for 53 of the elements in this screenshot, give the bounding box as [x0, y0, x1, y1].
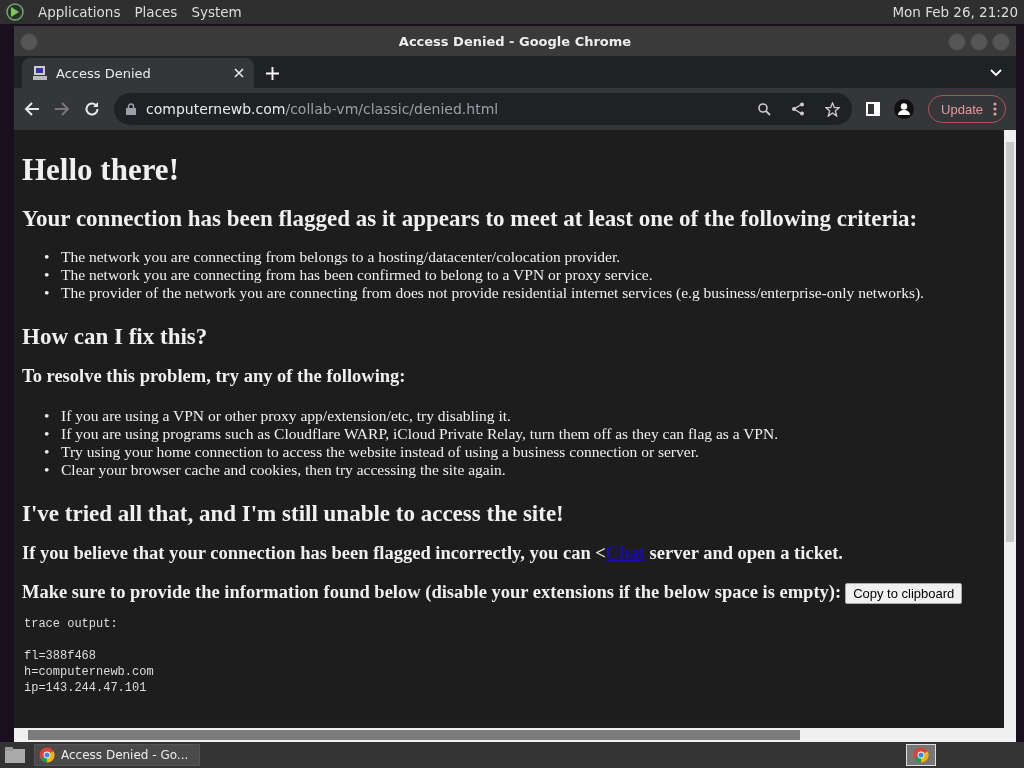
plus-icon[interactable]	[265, 66, 279, 80]
list-bullet: •	[44, 461, 51, 479]
star-icon[interactable]	[825, 101, 841, 117]
list-item: The network you are connecting from has been confirmed to belong to a VPN or proxy service.	[61, 266, 653, 284]
trace-line: ip=143.244.47.101	[24, 681, 147, 695]
vertical-scrollbar[interactable]	[1004, 130, 1016, 728]
list-bullet: •	[44, 443, 51, 461]
profile-icon[interactable]	[894, 99, 915, 119]
list-item: The network you are connecting from belongs to a hosting/datacenter/colocation provider.	[61, 248, 621, 266]
taskbar-item[interactable]: Access Denied - Go...	[34, 744, 200, 766]
logo-icon[interactable]	[6, 3, 24, 21]
list-bullet: •	[44, 425, 51, 443]
chrome-icon[interactable]	[913, 747, 929, 763]
trace-line: h=computernewb.com	[24, 665, 154, 679]
list-item: The provider of the network you are connecting from does not provide residential internet services (e.g business/enterprise-only networks).	[61, 284, 924, 302]
panel-menu[interactable]: Applications	[38, 4, 121, 20]
copy-button[interactable]: Copy to clipboard	[845, 583, 963, 604]
lock-icon	[126, 103, 136, 115]
horizontal-scrollbar[interactable]	[14, 728, 1016, 742]
folder-icon[interactable]	[4, 746, 26, 764]
computer-icon	[32, 65, 48, 81]
instruction-text: Make sure to provide the information found below (disable your extensions if the below space is empty):	[22, 582, 842, 602]
forward-icon[interactable]	[54, 101, 70, 117]
list-item: If you are using programs such as Cloudflare WARP, iCloud Private Relay, turn them off as they can flag as a VPN.	[61, 425, 779, 443]
list-bullet: •	[44, 266, 51, 284]
list-bullet: •	[44, 284, 51, 302]
clock[interactable]: Mon Feb 26, 21:20	[892, 4, 1018, 20]
section-heading: Your connection has been flagged as it appears to meet at least one of the following criteria:	[22, 206, 919, 232]
section-heading: I've tried all that, and I'm still unable to access the site!	[22, 501, 565, 527]
back-icon[interactable]	[24, 101, 40, 117]
section-heading: How can I fix this?	[22, 324, 209, 350]
panel-menu[interactable]: System	[191, 4, 242, 20]
side-panel-icon[interactable]	[866, 102, 881, 116]
address-bar[interactable]: computernewb.com/collab-vm/classic/denied.html	[114, 93, 853, 125]
chevron-down-icon[interactable]	[990, 69, 1002, 77]
list-bullet: •	[44, 248, 51, 266]
search-icon[interactable]	[758, 102, 772, 116]
subheading: To resolve this problem, try any of the following:	[22, 366, 407, 387]
list-item: If you are using a VPN or other proxy app/extension/etc, try disabling it.	[61, 407, 511, 425]
reload-icon[interactable]	[84, 101, 100, 117]
list-bullet: •	[44, 407, 51, 425]
trace-title: trace output:	[24, 617, 118, 631]
chrome-icon[interactable]	[39, 747, 55, 763]
list-item: Try using your home connection to access the website instead of using a business connection or server.	[61, 443, 699, 461]
page-heading: Hello there!	[22, 152, 180, 188]
window-title: Access Denied - Google Chrome	[398, 33, 632, 49]
browser-tab[interactable]: Access Denied	[22, 58, 254, 88]
trace-line: fl=388f468	[24, 649, 96, 663]
panel-menu[interactable]: Places	[134, 4, 178, 20]
more-icon[interactable]	[993, 102, 997, 116]
list-item: Clear your browser cache and cookies, then try accessing the site again.	[61, 461, 506, 479]
share-icon[interactable]	[791, 102, 806, 116]
contact-text: If you believe that your connection has been flagged incorrectly, you can <Chat server and open a ticket.	[22, 543, 844, 564]
